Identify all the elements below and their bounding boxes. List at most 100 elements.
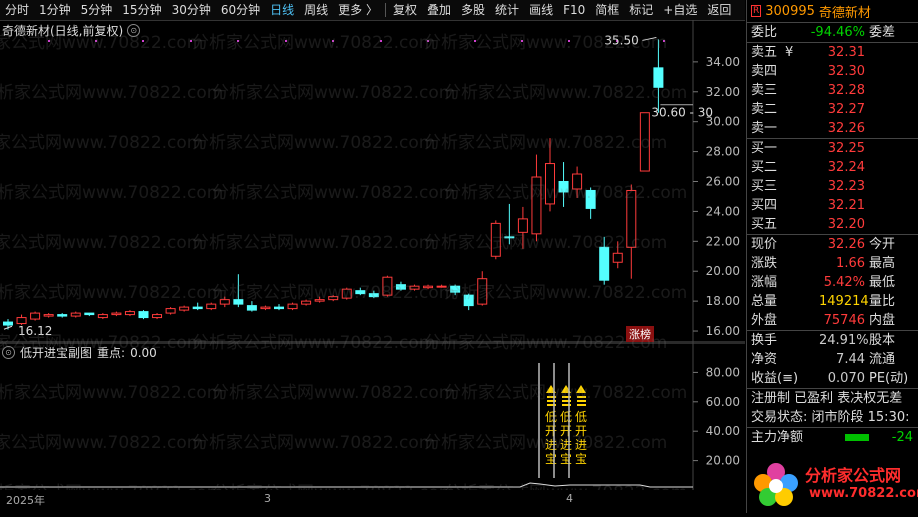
period-tab[interactable]: 1分钟 bbox=[34, 0, 76, 20]
period-tab[interactable]: 更多 〉 bbox=[333, 0, 383, 20]
candle-body bbox=[30, 312, 41, 320]
marker-dot bbox=[521, 40, 523, 42]
quote-row: 涨幅 5.42% 最低 bbox=[747, 273, 918, 292]
quote-row: 买五 32.20 bbox=[747, 215, 918, 234]
stock-code: 300995 bbox=[765, 3, 815, 19]
quote-row: 卖四 32.30 bbox=[747, 62, 918, 81]
row-label: 买三 bbox=[751, 179, 778, 194]
marker-dots bbox=[48, 40, 665, 42]
row-value: 32.20 bbox=[827, 217, 865, 232]
candle-body bbox=[165, 308, 176, 314]
candle-body bbox=[16, 317, 27, 325]
row-value: 32.21 bbox=[827, 198, 865, 213]
annotations: 35.50 30.60 - 30 16.12 涨榜 bbox=[3, 33, 713, 342]
candle-body bbox=[653, 67, 664, 88]
row-label: 涨幅 bbox=[751, 275, 778, 290]
logo-text: 分析家公式网 bbox=[805, 466, 902, 485]
row-label: 净资 bbox=[751, 352, 778, 367]
toolbar-button[interactable]: 画线 bbox=[524, 0, 558, 20]
toolbar-button[interactable]: F10 bbox=[558, 0, 590, 20]
candle-body bbox=[124, 311, 135, 316]
quote-row: 卖二 32.27 bbox=[747, 100, 918, 119]
row-value: 32.26 bbox=[827, 237, 865, 252]
quote-panel: R 300995 奇德新材 委比 -94.46% 委差 卖五 ¥32.31 卖四 32… bbox=[746, 0, 918, 513]
candle-body bbox=[287, 303, 298, 310]
marker-dot bbox=[427, 40, 429, 42]
indicator-axis: 80.00 60.00 40.00 20.00 bbox=[693, 365, 740, 468]
indicator-title[interactable]: 低开进宝副图 bbox=[20, 344, 92, 361]
candle-body bbox=[504, 236, 515, 239]
candlestick-chart[interactable]: 16.0018.0020.0022.0024.0026.0028.0030.00… bbox=[0, 20, 745, 343]
stock-chart-title: 奇德新材(日线,前复权) bbox=[2, 24, 124, 38]
marker-dot bbox=[48, 40, 50, 42]
stock-title[interactable]: R 300995 奇德新材 bbox=[747, 0, 918, 23]
row-value: 7.44 bbox=[836, 352, 865, 367]
marker-dot bbox=[663, 40, 665, 42]
candle-body bbox=[531, 176, 542, 235]
period-tab[interactable]: 30分钟 bbox=[167, 0, 216, 20]
signal-char: 进 bbox=[575, 438, 587, 452]
candle-body bbox=[84, 312, 95, 316]
toolbar-button[interactable]: 复权 bbox=[388, 0, 422, 20]
candle-body bbox=[477, 278, 488, 305]
period-tab[interactable]: 5分钟 bbox=[76, 0, 118, 20]
row-value: 32.23 bbox=[827, 179, 865, 194]
toolbar-button[interactable]: 简框 bbox=[590, 0, 624, 20]
candle-body bbox=[395, 284, 406, 290]
quote-row: 买一 32.25 bbox=[747, 139, 918, 158]
signal-char: 宝 bbox=[575, 452, 587, 466]
period-tab[interactable]: 60分钟 bbox=[216, 0, 265, 20]
row-label: 卖一 bbox=[751, 121, 778, 136]
toolbar-button[interactable]: 叠加 bbox=[422, 0, 456, 20]
quote-row: 外盘 75746 内盘 bbox=[747, 311, 918, 330]
candle-body bbox=[612, 252, 623, 263]
reg-line: 注册制 已盈利 表决权无差 bbox=[751, 391, 903, 406]
period-tab[interactable]: 日线 bbox=[265, 0, 299, 20]
period-tab[interactable]: 15分钟 bbox=[117, 0, 166, 20]
toolbar-button[interactable]: +自选 bbox=[658, 0, 702, 20]
row-label2: 股本 bbox=[869, 333, 896, 348]
candle-body bbox=[179, 306, 190, 311]
period-tab[interactable]: 周线 bbox=[299, 0, 333, 20]
toolbar-button[interactable]: 多股 bbox=[456, 0, 490, 20]
toolbar-button[interactable]: 标记 bbox=[624, 0, 658, 20]
quote-row: 卖五 ¥32.31 bbox=[747, 43, 918, 62]
quote-row: 收益(≡) 0.070 PE(动) bbox=[747, 369, 918, 388]
candle-body bbox=[57, 314, 68, 317]
toolbar-button[interactable]: 统计 bbox=[490, 0, 524, 20]
price-tick-label: 32.00 bbox=[706, 85, 740, 99]
reg-row: 注册制 已盈利 表决权无差 bbox=[747, 389, 918, 408]
row-value: 32.27 bbox=[827, 102, 865, 117]
settings-circle-icon[interactable]: ⊙ bbox=[127, 24, 141, 37]
signal-stripe bbox=[577, 396, 586, 398]
settings-circle-icon[interactable]: ⊙ bbox=[2, 346, 15, 359]
row-label2: 最高 bbox=[869, 256, 896, 271]
candle-body bbox=[517, 218, 528, 233]
logo: 分析家公式网 www.70822.com bbox=[747, 456, 918, 513]
signal-char: 低 bbox=[575, 410, 587, 424]
webi-row: 委比 -94.46% 委差 bbox=[747, 23, 918, 42]
period-tab[interactable]: 分时 bbox=[0, 0, 34, 20]
quote-row: 净资 7.44 流通 bbox=[747, 350, 918, 369]
signal-char: 宝 bbox=[545, 452, 557, 466]
signal-char: 进 bbox=[545, 438, 557, 452]
row-value: 32.28 bbox=[827, 83, 865, 98]
toolbar-button[interactable]: 返回 bbox=[702, 0, 736, 20]
candle-body bbox=[341, 288, 352, 299]
ind-tick-label: 60.00 bbox=[706, 395, 740, 409]
rank-badge[interactable]: 涨榜 bbox=[629, 327, 651, 341]
main-chart-header: 奇德新材(日线,前复权) ⊙ bbox=[2, 22, 141, 39]
indicator-chart[interactable]: 80.00 60.00 40.00 20.00 低开进宝 低开进宝 低开进宝 bbox=[0, 343, 745, 490]
candle-body bbox=[626, 189, 637, 248]
marker-dot bbox=[95, 40, 97, 42]
net-flow-row: 主力净额 -24 bbox=[747, 428, 918, 447]
row-value: 32.26 bbox=[827, 121, 865, 136]
price-line-label: 30.60 - 30 bbox=[651, 106, 713, 120]
indicator-header: ⊙ 低开进宝副图 重点: 0.00 bbox=[2, 344, 157, 361]
row-value: 149214 bbox=[819, 294, 869, 309]
row-label: 收益(≡) bbox=[751, 371, 799, 386]
candle-body bbox=[545, 163, 555, 205]
quote-row: 现价 32.26 今开 bbox=[747, 235, 918, 254]
webi-value: -94.46% bbox=[810, 25, 865, 40]
price-tick-label: 18.00 bbox=[706, 294, 740, 308]
